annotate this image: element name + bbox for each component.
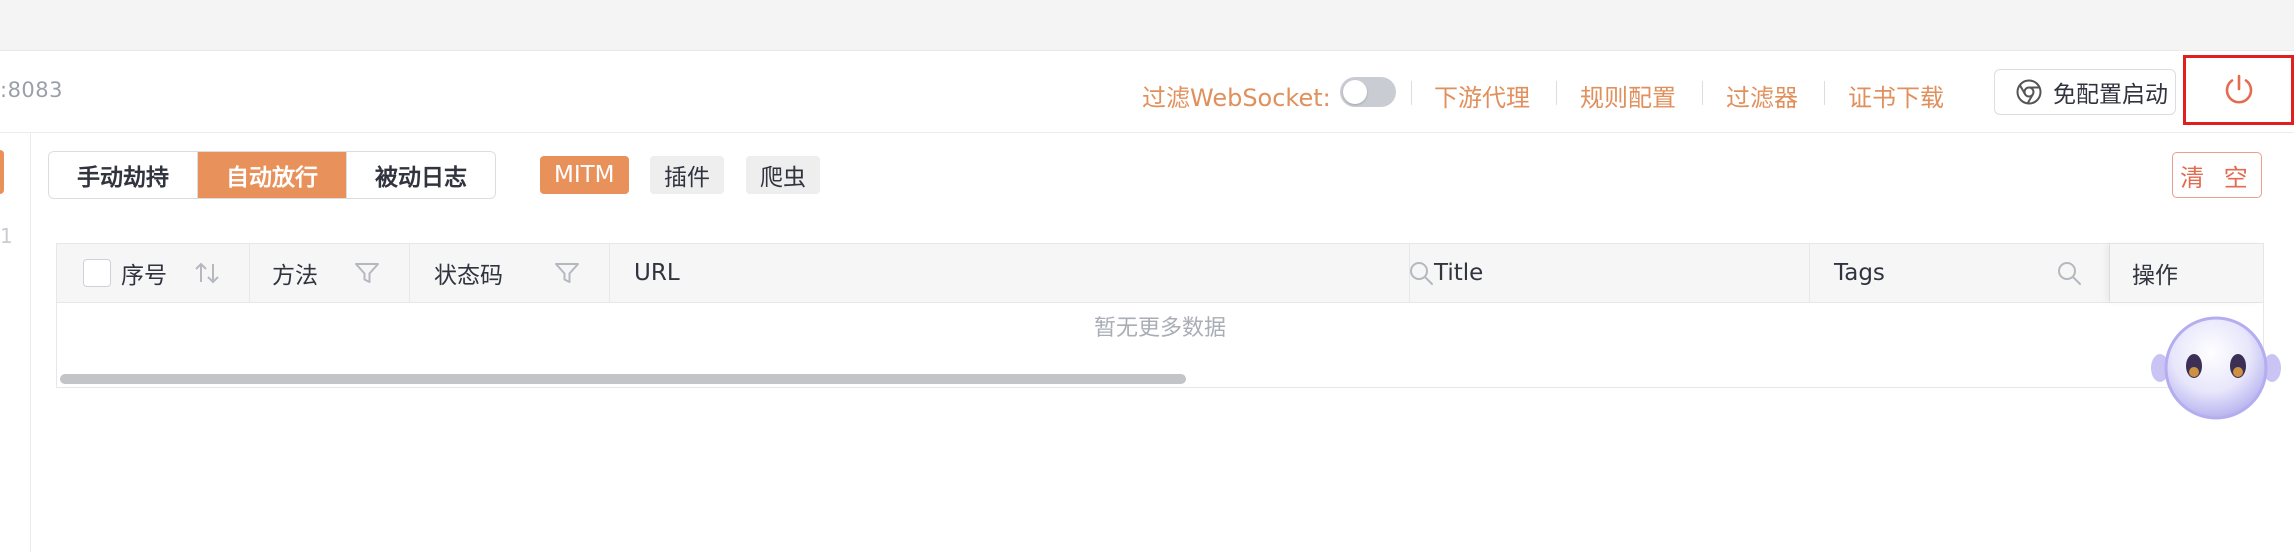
filter-websocket-label: 过滤WebSocket: — [1142, 84, 1331, 112]
horizontal-scrollbar[interactable] — [60, 374, 1186, 384]
col-actions: 操作 — [2110, 244, 2263, 302]
divider — [1824, 81, 1825, 105]
left-side-digit: 1 — [0, 224, 13, 248]
left-side-panel — [0, 132, 31, 552]
filter-websocket-toggle[interactable] — [1340, 77, 1396, 107]
assistant-mascot-icon[interactable] — [2146, 314, 2286, 462]
col-status-label: 状态码 — [434, 263, 503, 289]
col-actions-label: 操作 — [2132, 263, 2178, 289]
chrome-icon — [2015, 78, 2043, 106]
filter-icon[interactable] — [354, 261, 380, 285]
col-status: 状态码 — [410, 244, 610, 302]
col-url-label: URL — [634, 260, 680, 286]
divider — [1411, 81, 1412, 105]
chrome-launch-button[interactable]: 免配置启动 — [1994, 69, 2176, 115]
filter-link[interactable]: 过滤器 — [1726, 78, 1798, 113]
col-index: 序号 — [57, 244, 250, 302]
tag-mitm[interactable]: MITM — [540, 156, 629, 194]
mode-auto-release[interactable]: 自动放行 — [197, 152, 346, 198]
tag-plugin[interactable]: 插件 — [650, 156, 724, 194]
cert-download-link[interactable]: 证书下载 — [1848, 78, 1944, 113]
tag-crawler[interactable]: 爬虫 — [746, 156, 820, 194]
col-index-label: 序号 — [121, 263, 167, 289]
col-tags-label: Tags — [1834, 260, 1885, 286]
col-url: URL — [610, 244, 1433, 302]
filter-icon[interactable] — [554, 261, 580, 285]
col-method: 方法 — [250, 244, 410, 302]
divider — [1556, 81, 1557, 105]
col-tags: Tags — [1810, 244, 2110, 302]
mode-manual-hijack[interactable]: 手动劫持 — [49, 152, 197, 198]
col-title-label: Title — [1434, 260, 1484, 286]
power-icon — [2225, 74, 2252, 104]
table-header: 序号 方法 状态码 URL Title Tags 操作 — [57, 244, 2263, 303]
divider — [1702, 81, 1703, 105]
sort-icon[interactable] — [193, 260, 221, 286]
search-icon[interactable] — [2056, 260, 2082, 286]
rule-config-link[interactable]: 规则配置 — [1580, 78, 1676, 113]
mode-passive-log[interactable]: 被动日志 — [346, 152, 495, 198]
empty-text: 暂无更多数据 — [1093, 316, 1226, 341]
col-method-label: 方法 — [272, 263, 318, 289]
address-text: :8083 — [0, 78, 64, 102]
col-title: Title — [1410, 244, 1810, 302]
traffic-table: 序号 方法 状态码 URL Title Tags 操作 暂无更多数据 — [56, 243, 2264, 388]
mode-segmented-control: 手动劫持 自动放行 被动日志 — [48, 151, 496, 199]
power-button[interactable] — [2183, 55, 2294, 125]
downstream-proxy-link[interactable]: 下游代理 — [1434, 78, 1530, 113]
chrome-launch-label: 免配置启动 — [2053, 82, 2168, 108]
top-strip — [0, 0, 2294, 51]
clear-button[interactable]: 清 空 — [2172, 152, 2262, 198]
left-side-active-marker[interactable] — [0, 150, 4, 194]
select-all-checkbox[interactable] — [83, 259, 111, 287]
toggle-knob — [1343, 80, 1367, 104]
